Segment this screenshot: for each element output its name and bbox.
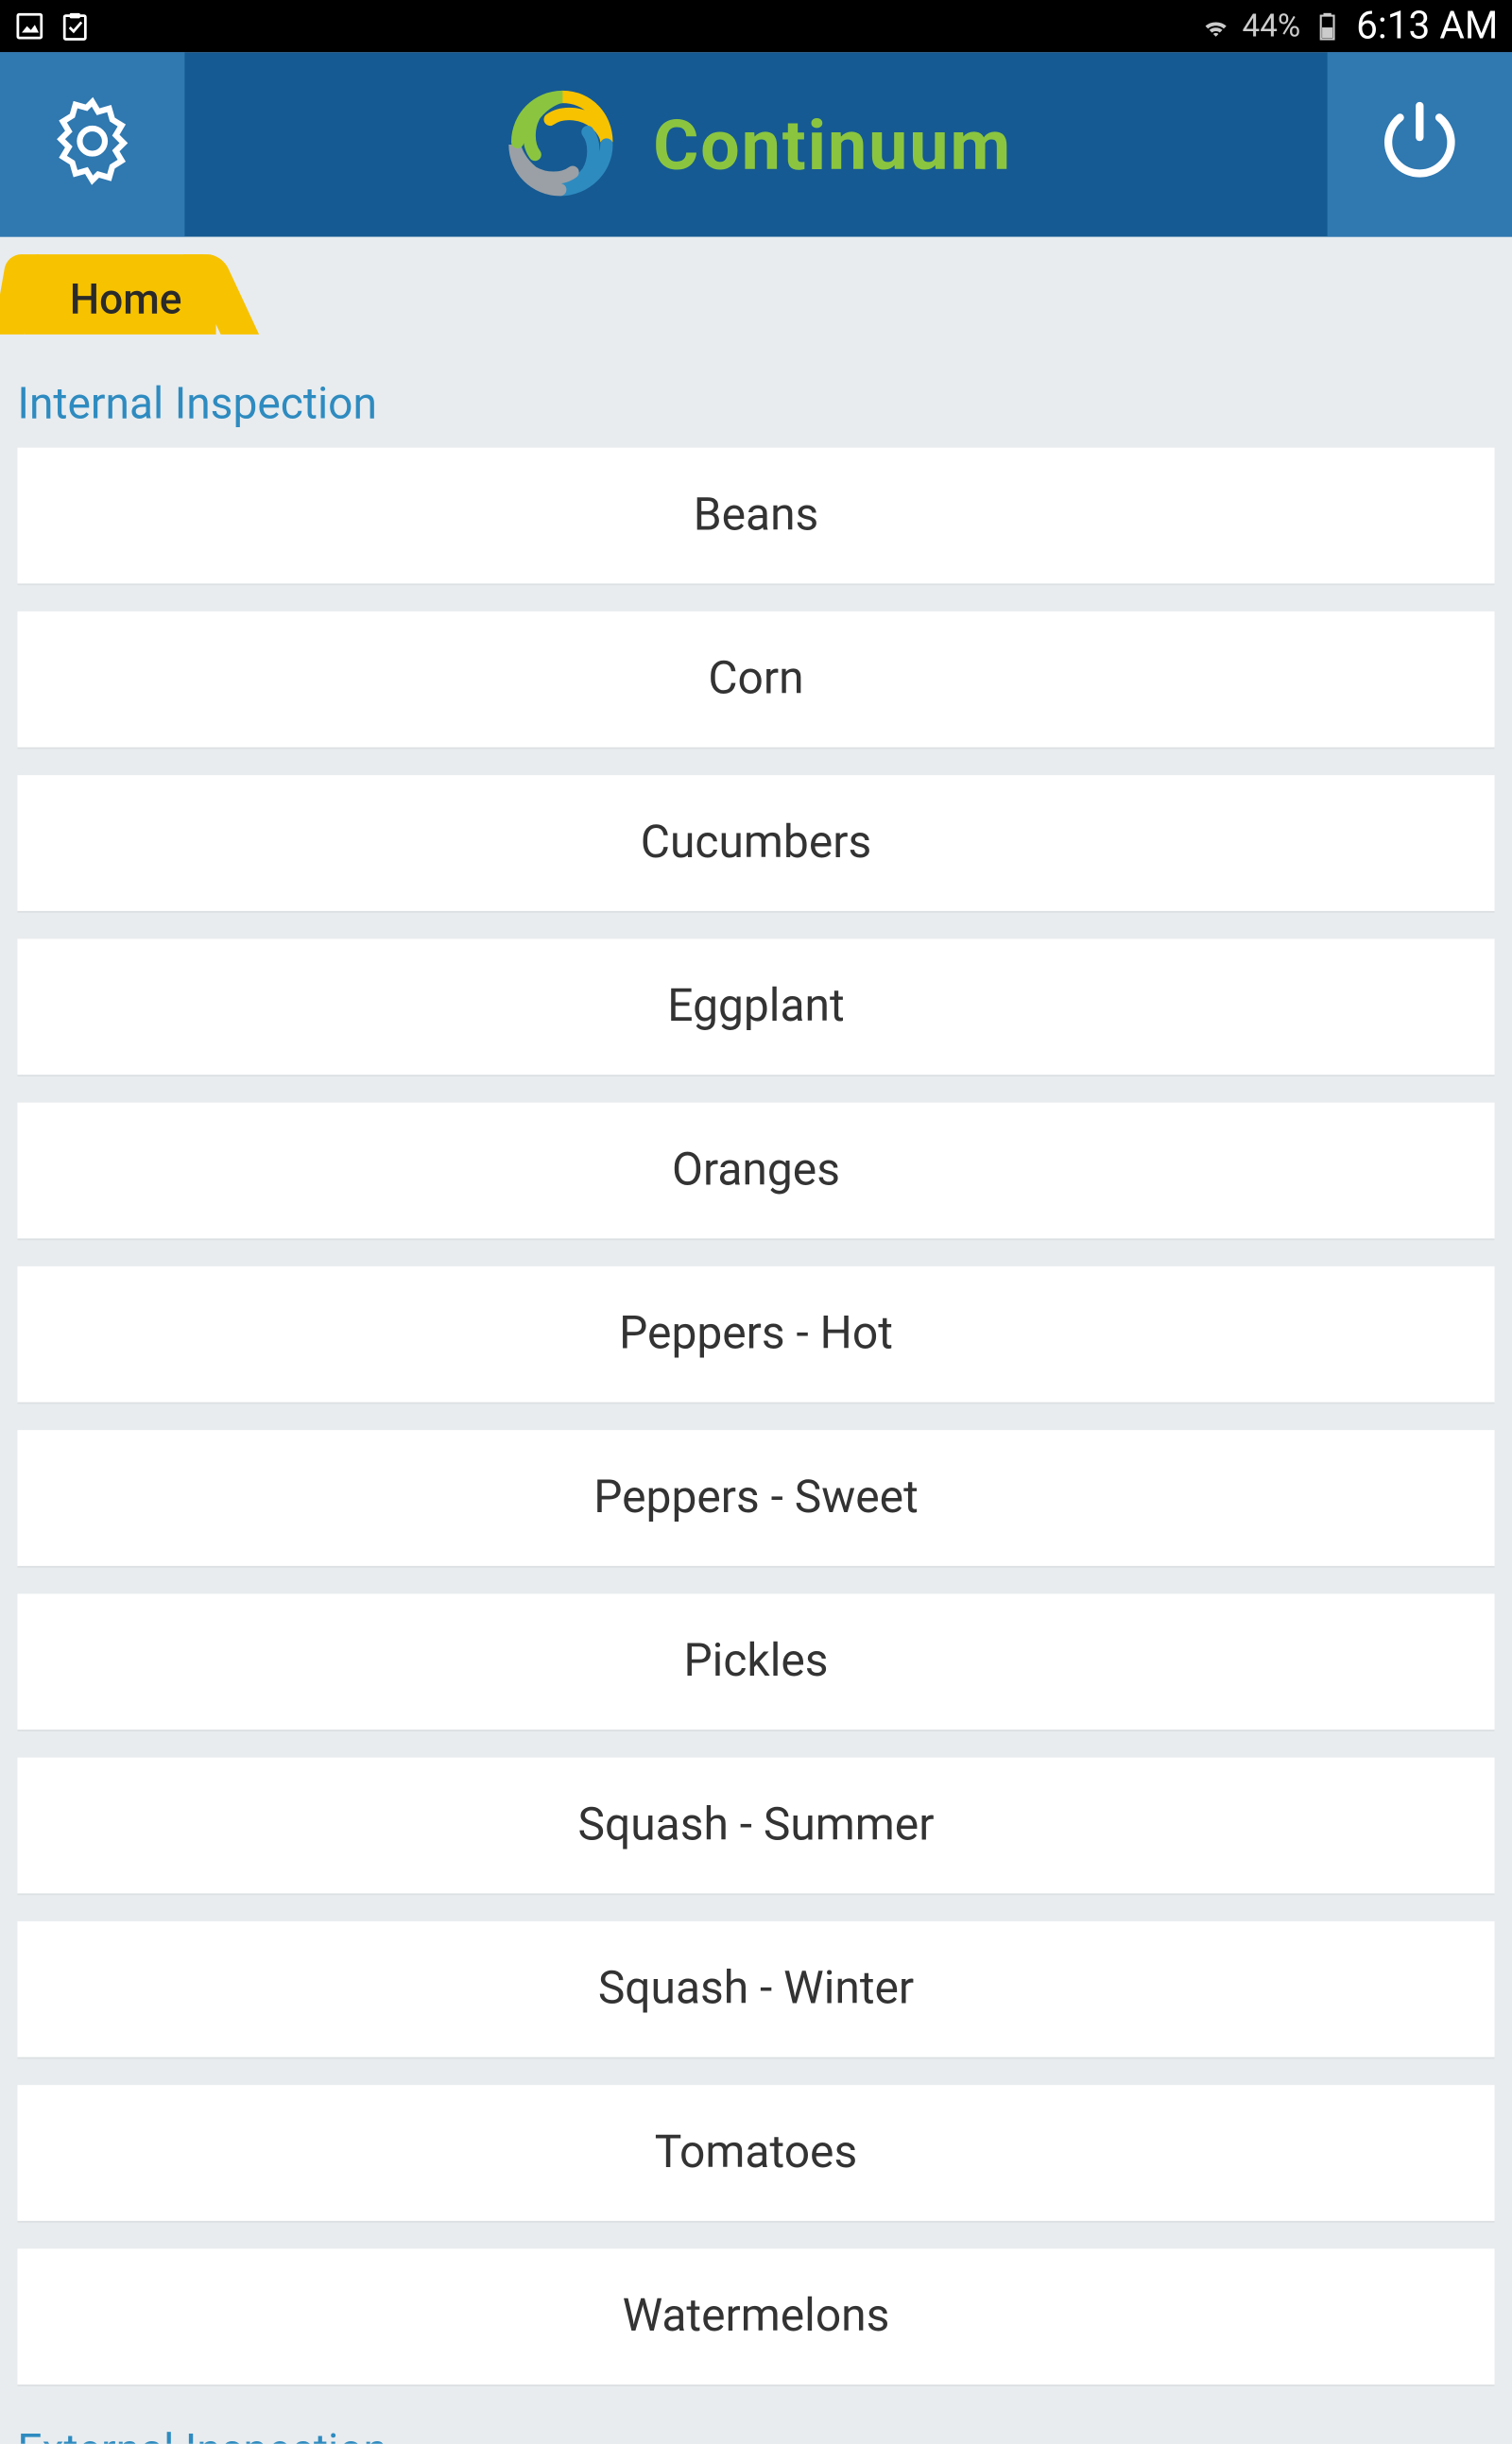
list-item[interactable]: Beans: [17, 448, 1494, 584]
app-bar: Continuum: [0, 52, 1512, 236]
list-item[interactable]: Squash - Winter: [17, 1921, 1494, 2057]
internal-list: Beans Corn Cucumbers Eggplant Oranges Peppers…: [0, 448, 1512, 2384]
section-title-external: External Inspection: [0, 2413, 1512, 2444]
section-title-internal: Internal Inspection: [0, 335, 1512, 448]
power-icon: [1373, 95, 1468, 196]
assignment-icon: [60, 10, 91, 42]
tab-strip: Home: [0, 237, 1512, 335]
list-item-label: Squash - Winter: [598, 1963, 914, 2015]
list-item[interactable]: Oranges: [17, 1103, 1494, 1239]
list-item[interactable]: Peppers - Hot: [17, 1266, 1494, 1403]
list-item[interactable]: Tomatoes: [17, 2085, 1494, 2221]
tab-home[interactable]: Home: [25, 254, 217, 335]
list-item-label: Beans: [694, 490, 819, 542]
tab-label: Home: [70, 275, 182, 324]
list-item-label: Eggplant: [667, 981, 844, 1033]
list-item[interactable]: Peppers - Sweet: [17, 1430, 1494, 1566]
status-bar: 44% 6:13 AM: [0, 0, 1512, 52]
list-item[interactable]: Watermelons: [17, 2248, 1494, 2384]
power-button[interactable]: [1328, 52, 1512, 236]
list-item-label: Oranges: [672, 1145, 840, 1196]
app-title: Continuum: [653, 104, 1012, 186]
list-item-label: Peppers - Sweet: [593, 1472, 919, 1523]
list-item[interactable]: Cucumbers: [17, 775, 1494, 911]
gallery-icon: [14, 10, 45, 42]
settings-button[interactable]: [0, 52, 184, 236]
list-item[interactable]: Pickles: [17, 1593, 1494, 1730]
list-item[interactable]: Eggplant: [17, 938, 1494, 1075]
list-item-label: Tomatoes: [655, 2126, 857, 2178]
list-item-label: Squash - Summer: [578, 1799, 935, 1851]
app-logo-icon: [500, 82, 626, 208]
wifi-icon: [1200, 10, 1231, 42]
list-item-label: Peppers - Hot: [619, 1308, 893, 1360]
list-item[interactable]: Squash - Summer: [17, 1758, 1494, 1894]
list-item[interactable]: Corn: [17, 611, 1494, 748]
battery-icon: [1311, 10, 1342, 42]
list-item-label: Watermelons: [623, 2291, 890, 2343]
list-item-label: Cucumbers: [641, 817, 871, 869]
clock-time: 6:13 AM: [1356, 5, 1498, 48]
list-item-label: Pickles: [683, 1636, 828, 1688]
gear-icon: [45, 95, 140, 196]
battery-percentage: 44%: [1243, 8, 1301, 44]
list-item-label: Corn: [708, 653, 803, 705]
